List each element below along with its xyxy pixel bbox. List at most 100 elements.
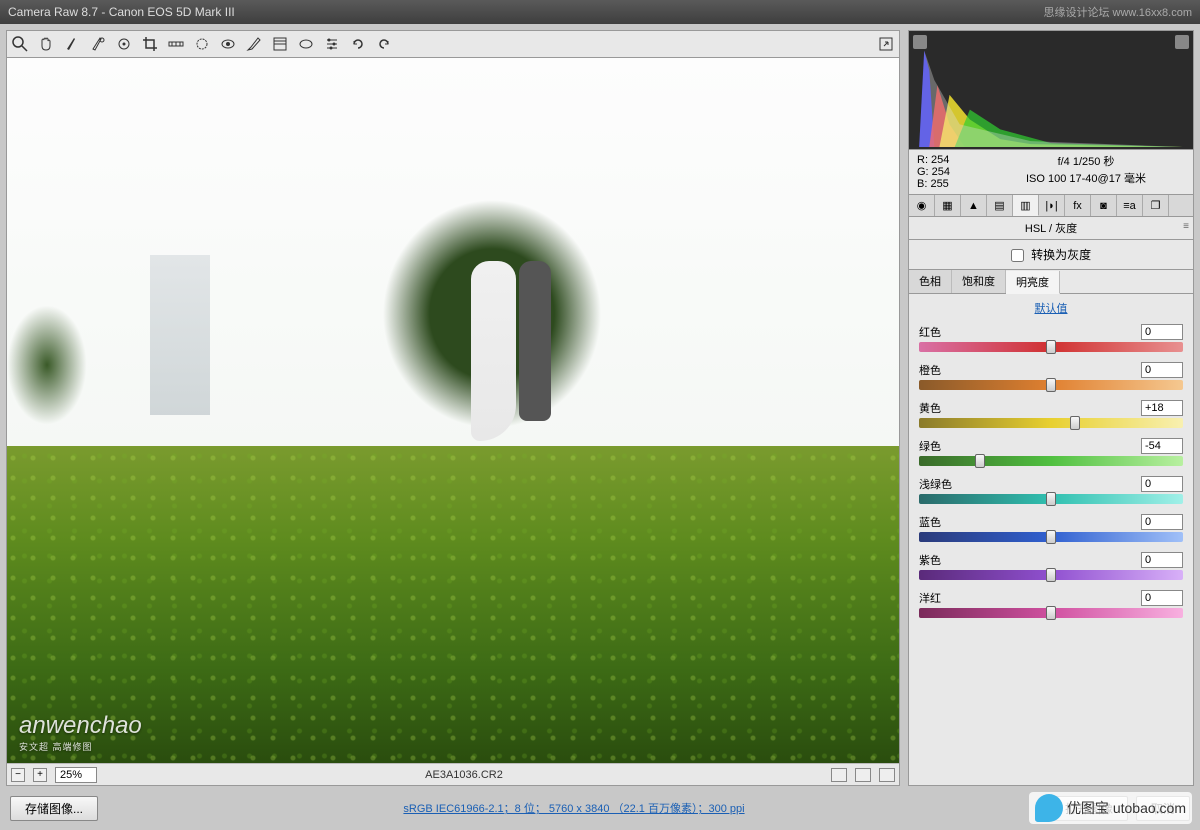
panel-tab-6[interactable]: fx	[1065, 195, 1091, 216]
app-title: Camera Raw 8.7 - Canon EOS 5D Mark III	[8, 5, 235, 19]
panel-title: HSL / 灰度 ≡	[908, 217, 1194, 240]
zoom-out-button[interactable]: −	[11, 768, 25, 782]
slider-value-input[interactable]	[1141, 362, 1183, 378]
save-image-button[interactable]: 存储图像...	[10, 796, 98, 821]
mark-select-icon[interactable]	[831, 768, 847, 782]
titlebar: Camera Raw 8.7 - Canon EOS 5D Mark III 思…	[0, 0, 1200, 24]
toggle-fullscreen-icon[interactable]	[877, 35, 895, 53]
panel-tab-strip: ◉▦▲▤▥|◗|fx◙≡а❐	[908, 195, 1194, 217]
slider-label: 蓝色	[919, 514, 941, 530]
panel-tab-1[interactable]: ▦	[935, 195, 961, 216]
site-watermark: 优图宝 utobao.com	[1029, 792, 1192, 824]
radial-filter-icon[interactable]	[297, 35, 315, 53]
slider-value-input[interactable]	[1141, 552, 1183, 568]
slider-row-3: 绿色	[919, 438, 1183, 466]
slider-thumb[interactable]	[1046, 492, 1056, 506]
slider-track[interactable]	[919, 570, 1183, 580]
image-watermark: anwenchao 安文超 高端修图	[19, 712, 142, 753]
rgb-r: R: 254	[917, 154, 987, 166]
slider-track[interactable]	[919, 342, 1183, 352]
slider-row-2: 黄色	[919, 400, 1183, 428]
zoom-in-button[interactable]: +	[33, 768, 47, 782]
rgb-b: B: 255	[917, 178, 987, 190]
subtab-饱和度[interactable]: 饱和度	[952, 270, 1006, 293]
exif-lens: ISO 100 17-40@17 毫米	[987, 171, 1185, 188]
subtab-色相[interactable]: 色相	[909, 270, 952, 293]
shadow-clip-icon[interactable]	[913, 35, 927, 49]
redeye-tool-icon[interactable]	[219, 35, 237, 53]
panel-tab-9[interactable]: ❐	[1143, 195, 1169, 216]
workflow-options-link[interactable]: sRGB IEC61966-2.1；8 位； 5760 x 3840 （22.1…	[106, 800, 1042, 816]
preferences-icon[interactable]	[323, 35, 341, 53]
slider-label: 绿色	[919, 438, 941, 454]
slider-value-input[interactable]	[1141, 438, 1183, 454]
slider-row-0: 红色	[919, 324, 1183, 352]
rotate-cw-icon[interactable]	[375, 35, 393, 53]
filmstrip-icon[interactable]	[879, 768, 895, 782]
histogram[interactable]	[908, 30, 1194, 150]
subtab-明亮度[interactable]: 明亮度	[1006, 271, 1060, 294]
highlight-clip-icon[interactable]	[1175, 35, 1189, 49]
panel-tab-2[interactable]: ▲	[961, 195, 987, 216]
slider-panel: 默认值 红色橙色黄色绿色浅绿色蓝色紫色洋红	[908, 294, 1194, 786]
slider-label: 橙色	[919, 362, 941, 378]
slider-value-input[interactable]	[1141, 400, 1183, 416]
filename-label: AE3A1036.CR2	[105, 769, 823, 781]
slider-thumb[interactable]	[975, 454, 985, 468]
panel-tab-7[interactable]: ◙	[1091, 195, 1117, 216]
rgb-g: G: 254	[917, 166, 987, 178]
mark-reject-icon[interactable]	[855, 768, 871, 782]
slider-track[interactable]	[919, 418, 1183, 428]
slider-thumb[interactable]	[1046, 340, 1056, 354]
default-link[interactable]: 默认值	[919, 300, 1183, 316]
slider-thumb[interactable]	[1046, 378, 1056, 392]
panel-tab-5[interactable]: |◗|	[1039, 195, 1065, 216]
panel-tab-0[interactable]: ◉	[909, 195, 935, 216]
slider-label: 黄色	[919, 400, 941, 416]
panel-menu-icon[interactable]: ≡	[1183, 221, 1189, 232]
spot-removal-icon[interactable]	[193, 35, 211, 53]
slider-track[interactable]	[919, 608, 1183, 618]
zoom-bar: − + 25% AE3A1036.CR2	[7, 763, 899, 785]
slider-value-input[interactable]	[1141, 476, 1183, 492]
adjustment-brush-icon[interactable]	[245, 35, 263, 53]
crop-tool-icon[interactable]	[141, 35, 159, 53]
graduated-filter-icon[interactable]	[271, 35, 289, 53]
slider-track[interactable]	[919, 532, 1183, 542]
panel-tab-3[interactable]: ▤	[987, 195, 1013, 216]
info-readout: R: 254 G: 254 B: 255 f/4 1/250 秒 ISO 100…	[908, 150, 1194, 195]
slider-thumb[interactable]	[1046, 606, 1056, 620]
toolbar	[6, 30, 900, 58]
slider-row-7: 洋红	[919, 590, 1183, 618]
image-preview[interactable]: anwenchao 安文超 高端修图	[7, 58, 899, 763]
zoom-tool-icon[interactable]	[11, 35, 29, 53]
panel-tab-4[interactable]: ▥	[1013, 195, 1039, 216]
convert-grayscale-row: 转换为灰度	[908, 240, 1194, 270]
footer: 存储图像... sRGB IEC61966-2.1；8 位； 5760 x 38…	[0, 792, 1200, 824]
slider-thumb[interactable]	[1046, 530, 1056, 544]
straighten-tool-icon[interactable]	[167, 35, 185, 53]
slider-thumb[interactable]	[1070, 416, 1080, 430]
convert-grayscale-checkbox[interactable]	[1011, 249, 1024, 262]
rotate-ccw-icon[interactable]	[349, 35, 367, 53]
zoom-select[interactable]: 25%	[55, 767, 97, 783]
slider-label: 洋红	[919, 590, 941, 606]
slider-value-input[interactable]	[1141, 514, 1183, 530]
slider-track[interactable]	[919, 380, 1183, 390]
slider-thumb[interactable]	[1046, 568, 1056, 582]
hsl-subtabs: 色相饱和度明亮度	[908, 270, 1194, 294]
hand-tool-icon[interactable]	[37, 35, 55, 53]
slider-row-5: 蓝色	[919, 514, 1183, 542]
panel-tab-8[interactable]: ≡а	[1117, 195, 1143, 216]
slider-value-input[interactable]	[1141, 590, 1183, 606]
slider-label: 红色	[919, 324, 941, 340]
targeted-adjust-icon[interactable]	[115, 35, 133, 53]
slider-label: 紫色	[919, 552, 941, 568]
slider-track[interactable]	[919, 456, 1183, 466]
title-watermark: 思缘设计论坛 www.16xx8.com	[1043, 4, 1192, 20]
slider-track[interactable]	[919, 494, 1183, 504]
convert-grayscale-label: 转换为灰度	[1031, 248, 1091, 262]
slider-value-input[interactable]	[1141, 324, 1183, 340]
white-balance-tool-icon[interactable]	[63, 35, 81, 53]
color-sampler-icon[interactable]	[89, 35, 107, 53]
